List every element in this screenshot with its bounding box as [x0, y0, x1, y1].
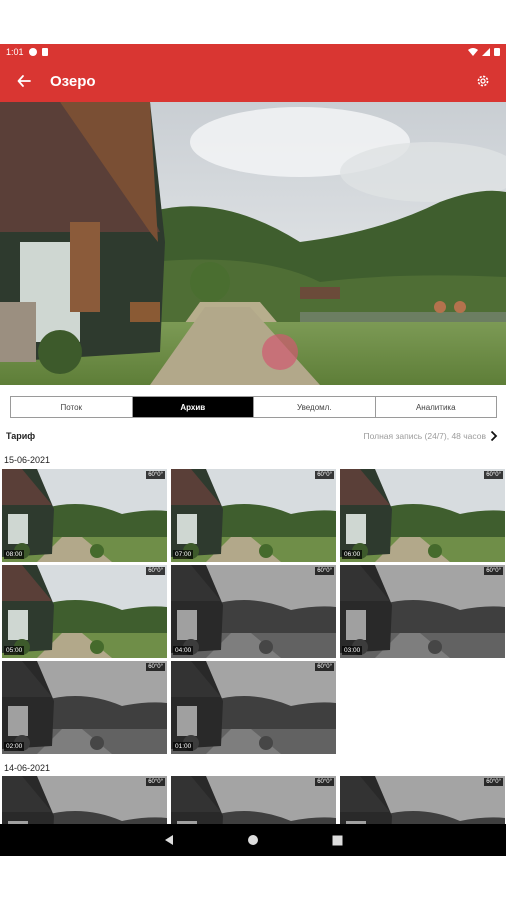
- camera-live-preview[interactable]: [0, 102, 506, 385]
- thumbnail-time: 01:00: [173, 742, 194, 751]
- archive-thumbnail[interactable]: 60°0° 01:00: [171, 661, 336, 754]
- thumbnail-badge: 60°0°: [146, 567, 165, 575]
- nav-back-button[interactable]: [161, 832, 177, 848]
- tariff-row[interactable]: Тариф Полная запись (24/7), 48 часов: [6, 428, 500, 444]
- bottom-margin: [0, 856, 506, 900]
- nav-home-button[interactable]: [245, 832, 261, 848]
- settings-button[interactable]: [472, 70, 494, 92]
- archive-thumbnail[interactable]: 60°0° 05:00: [2, 565, 167, 658]
- tab-notifications[interactable]: Уведомл.: [254, 397, 376, 417]
- battery-icon: [494, 48, 500, 56]
- archive-thumbnail[interactable]: 60°0° 04:00: [171, 565, 336, 658]
- circle-home-icon: [248, 835, 258, 845]
- gear-icon: [477, 75, 489, 87]
- date-header: 14-06-2021: [4, 763, 51, 773]
- thumbnail-badge: 60°0°: [315, 471, 334, 479]
- tariff-value: Полная запись (24/7), 48 часов: [363, 431, 487, 441]
- date-header: 15-06-2021: [4, 455, 51, 465]
- thumbnail-badge: 60°0°: [315, 567, 334, 575]
- thumbnail-badge: 60°0°: [484, 567, 503, 575]
- chevron-right-icon: [488, 429, 500, 443]
- archive-thumbnail[interactable]: 60°0° 07:00: [171, 469, 336, 562]
- thumbnail-time: 04:00: [173, 646, 194, 655]
- thumbnail-time: 02:00: [4, 742, 25, 751]
- thumbnail-time: 06:00: [342, 550, 363, 559]
- triangle-back-icon: [165, 835, 173, 845]
- system-navigation-bar: [0, 824, 506, 856]
- top-margin: [0, 0, 506, 44]
- signal-icon: [482, 48, 490, 56]
- back-button[interactable]: [12, 69, 36, 93]
- archive-thumbnail[interactable]: 60°0° 06:00: [340, 469, 505, 562]
- tariff-label: Тариф: [6, 431, 36, 441]
- square-recents-icon: [332, 835, 342, 845]
- tab-stream[interactable]: Поток: [11, 397, 133, 417]
- tab-archive[interactable]: Архив: [132, 397, 254, 417]
- archive-thumbnail[interactable]: 60°0° 02:00: [2, 661, 167, 754]
- thumbnail-badge: 60°0°: [146, 663, 165, 671]
- app-bar: Озеро: [0, 60, 506, 102]
- thumbnail-badge: 60°0°: [315, 663, 334, 671]
- archive-tabs: Поток Архив Уведомл. Аналитика: [10, 396, 497, 418]
- thumbnail-badge: 60°0°: [484, 778, 503, 786]
- thumbnail-time: 07:00: [173, 550, 194, 559]
- arrow-left-icon: [17, 75, 31, 87]
- page-title: Озеро: [50, 72, 96, 90]
- wifi-icon: [468, 48, 478, 56]
- archive-thumbnail[interactable]: 60°0° 03:00: [340, 565, 505, 658]
- thumbnail-time: 05:00: [4, 646, 25, 655]
- thumbnail-badge: 60°0°: [484, 471, 503, 479]
- status-time: 1:01: [6, 47, 24, 57]
- thumbnail-time: 08:00: [4, 550, 25, 559]
- sd-card-icon: [41, 48, 48, 56]
- thumbnail-time: 03:00: [342, 646, 363, 655]
- preview-image: [0, 102, 506, 385]
- thumbnail-badge: 60°0°: [146, 778, 165, 786]
- thumbnail-badge: 60°0°: [315, 778, 334, 786]
- archive-thumbnail[interactable]: 60°0° 08:00: [2, 469, 167, 562]
- nav-recents-button[interactable]: [329, 832, 345, 848]
- status-bar: 1:01: [0, 44, 506, 60]
- thumbnail-badge: 60°0°: [146, 471, 165, 479]
- app-notification-icon: [28, 48, 37, 56]
- tab-analytics[interactable]: Аналитика: [376, 397, 497, 417]
